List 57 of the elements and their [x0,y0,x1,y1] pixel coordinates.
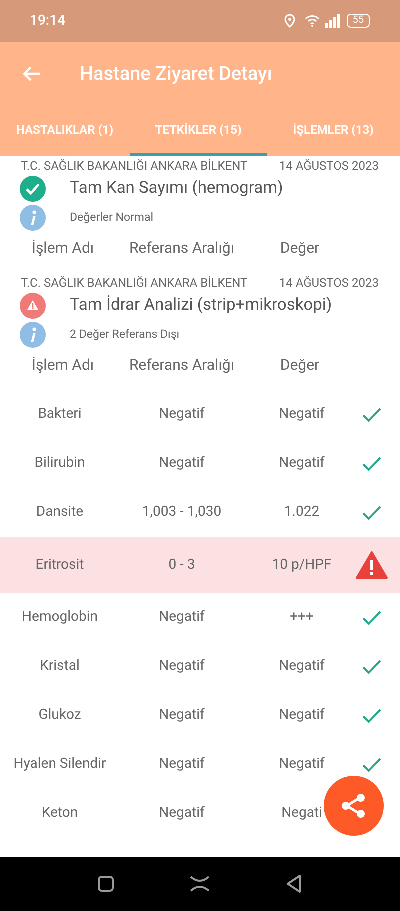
info-icon [20,205,46,231]
location-icon [284,14,296,28]
table-cell-text: Negatif [158,657,206,676]
table-cell-text: Eritrosit [34,556,86,574]
tab[interactable]: TETKİKLER (15) [130,106,267,156]
table-cell-text: Bilirubin [34,454,86,473]
tab[interactable]: İŞLEMLER (13) [267,106,400,156]
table-cell-text: Negati [282,804,322,823]
table-cell-text: 0 - 3 [168,556,196,574]
table-cell-text: Negatif [158,405,206,424]
hospital-name: T.C. SAĞLIK BAKANLIĞI ANKARA BİLKENT [21,274,248,292]
test-name: Tam Kan Sayımı (hemogram) [70,178,284,200]
column-header: Değer [279,238,321,259]
screen-title: Hastane Ziyaret Detayı [80,60,272,87]
table-cell-text: Negatif [158,454,206,473]
table-cell-text: +++ [290,608,314,627]
result-summary: Değerler Normal [70,209,154,226]
tab[interactable]: HASTALIKLAR (1) [0,106,130,156]
wifi-icon [304,15,320,27]
back-arrow-icon [23,66,41,82]
table-cell-text: Dansite [35,503,85,522]
table-cell-text: Negatif [279,755,325,774]
test-date: 14 AĞUSTOS 2023 [279,274,379,292]
table-cell-text: Negatif [158,804,206,823]
column-header: Değer [279,354,321,376]
hospital-name: T.C. SAĞLIK BAKANLIĞI ANKARA BİLKENT [21,158,248,174]
test-date: 14 AĞUSTOS 2023 [279,158,379,174]
table-cell-text: Negatif [279,706,325,725]
table-cell-text: Negatif [158,608,206,627]
result-summary: 2 Değer Referans Dışı [70,326,180,344]
column-header: İşlem Adı [30,354,96,376]
home-nav-icon[interactable] [98,876,114,892]
status-time: 19:14 [30,12,66,30]
table-cell-text: Kristal [39,657,81,676]
info-icon [20,322,46,348]
column-header: Referans Aralığı [128,238,236,259]
table-cell-text: Hemoglobin [21,608,99,627]
back-nav-icon[interactable] [286,875,302,893]
table-cell-text: Glukoz [38,706,82,725]
table-cell-text: Bakteri [37,405,83,424]
table-cell-text: Negatif [279,657,325,676]
table-cell-text: Negatif [158,706,206,725]
share-icon [340,792,368,820]
table-cell-text: 1,003 - 1,030 [141,503,223,522]
recents-nav-icon[interactable] [190,876,210,892]
table-cell-text: Hyalen Silendir [12,755,108,774]
column-header: Referans Aralığı [128,354,236,376]
column-header: İşlem Adı [30,238,96,259]
signal-icon [324,14,340,28]
test-name: Tam İdrar Analizi (strip+mikroskopi) [70,294,332,317]
table-cell-text: Negatif [279,454,325,473]
table-cell-text: Negatif [279,405,325,424]
table-cell-text: Keton [40,804,80,823]
battery-indicator: 55 [346,14,370,28]
table-cell-text: Negatif [158,755,206,774]
table-cell-text: 1.022 [284,503,320,522]
table-cell-text: 10 p/HPF [272,556,332,574]
